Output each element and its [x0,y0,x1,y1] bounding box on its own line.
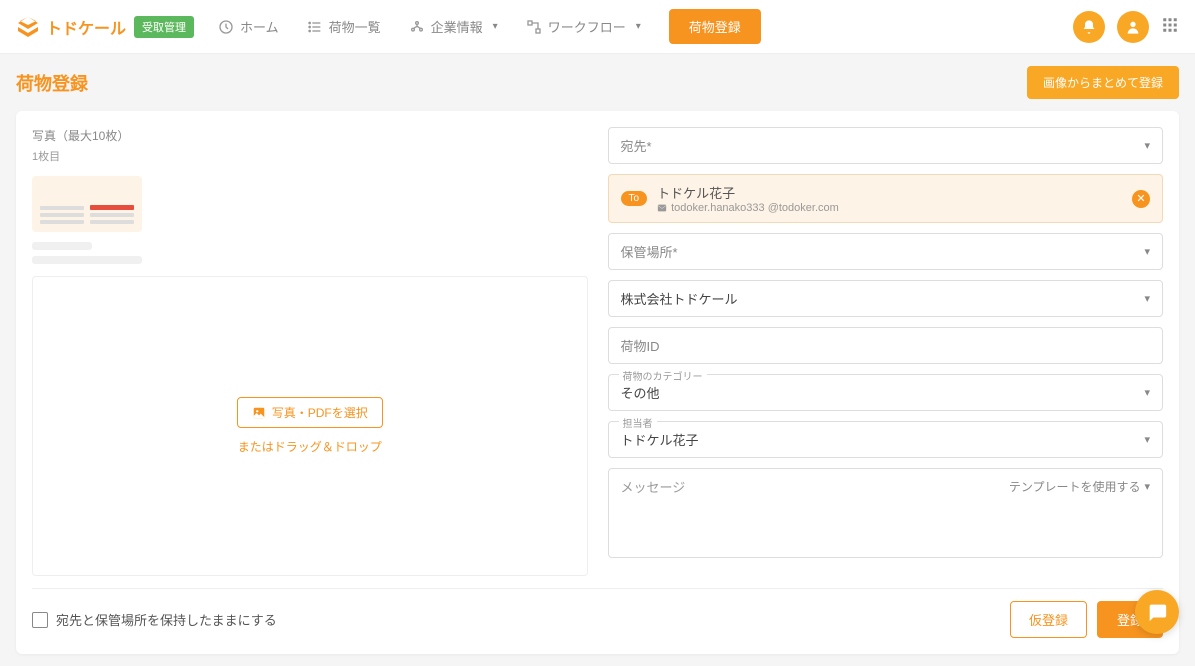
use-template-button[interactable]: テンプレートを使用する ▾ [1009,478,1150,495]
select-photo-label: 写真・PDFを選択 [272,404,368,421]
remove-recipient-button[interactable]: ✕ [1132,190,1150,208]
chevron-down-icon: ▾ [1144,480,1150,493]
company-field[interactable]: 株式会社トドケール ▾ [608,280,1164,317]
assignee-field[interactable]: 担当者 トドケル花子 ▾ [608,421,1164,458]
nav-packages-label: 荷物一覧 [329,17,381,36]
photo-thumbnail[interactable] [32,176,142,232]
category-field[interactable]: 荷物のカテゴリー その他 ▾ [608,374,1164,411]
nav-company-label: 企業情報 [431,17,483,36]
apps-button[interactable] [1161,16,1179,37]
mail-icon [657,203,667,213]
recipient-email: todoker.hanako333 @todoker.com [657,202,1122,214]
nav-home-label: ホーム [240,17,279,36]
header-actions [1073,11,1179,43]
page-header: 荷物登録 画像からまとめて登録 [16,66,1179,99]
keep-values-checkbox-row: 宛先と保管場所を保持したままにする [32,610,277,629]
form-column: 宛先* ▾ To トドケル花子 todoker.hanako333 @todok… [608,127,1164,576]
mode-badge: 受取管理 [134,16,194,38]
photo-count-label: 1枚目 [32,148,588,164]
category-value: その他 [621,383,660,402]
profile-button[interactable] [1117,11,1149,43]
nav-home[interactable]: ホーム [218,17,279,36]
storage-label: 保管場所* [621,242,678,261]
logo-icon [16,15,40,39]
chevron-down-icon: ▾ [1144,386,1150,399]
form-footer: 宛先と保管場所を保持したままにする 仮登録 登録 [32,588,1163,638]
photo-column: 写真（最大10枚） 1枚目 写真・PDFを選択 またはドラッグ＆ドロップ [32,127,588,576]
keep-values-checkbox[interactable] [32,612,48,628]
chat-icon [1146,601,1168,623]
image-icon [252,406,266,420]
logo-text: トドケール [46,15,126,39]
to-badge: To [621,191,648,206]
keep-values-label: 宛先と保管場所を保持したままにする [56,610,277,629]
page-body: 荷物登録 画像からまとめて登録 写真（最大10枚） 1枚目 写真・PDFを選択 [0,54,1195,666]
nav-company[interactable]: 企業情報 [409,17,498,36]
storage-field[interactable]: 保管場所* ▾ [608,233,1164,270]
nav-workflow[interactable]: ワークフロー [526,17,641,36]
page-title: 荷物登録 [16,70,88,96]
chevron-down-icon: ▾ [1144,139,1150,152]
dropzone-hint: またはドラッグ＆ドロップ [238,438,382,455]
recipient-label: 宛先* [621,136,652,155]
draft-button[interactable]: 仮登録 [1010,601,1087,638]
category-float-label: 荷物のカテゴリー [619,368,707,383]
photo-section-label: 写真（最大10枚） [32,127,588,144]
grid-icon [1161,16,1179,34]
chevron-down-icon: ▾ [1144,245,1150,258]
message-field[interactable]: メッセージ テンプレートを使用する ▾ [608,468,1164,558]
main-nav: ホーム 荷物一覧 企業情報 ワークフロー 荷物登録 [218,9,1073,44]
recipient-name: トドケル花子 [657,183,1122,202]
message-header: メッセージ テンプレートを使用する ▾ [621,477,1151,496]
form-card: 写真（最大10枚） 1枚目 写真・PDFを選択 またはドラッグ＆ドロップ [16,111,1179,654]
recipient-chip: To トドケル花子 todoker.hanako333 @todoker.com… [608,174,1164,223]
skeleton-line [32,242,92,250]
app-header: トドケール 受取管理 ホーム 荷物一覧 企業情報 ワークフロー 荷物登録 [0,0,1195,54]
home-icon [218,19,234,35]
assignee-float-label: 担当者 [619,415,657,430]
bell-icon [1081,19,1097,35]
bulk-register-button[interactable]: 画像からまとめて登録 [1027,66,1179,99]
package-id-field[interactable]: 荷物ID [608,327,1164,364]
skeleton-line [32,256,142,264]
chevron-down-icon: ▾ [1144,292,1150,305]
list-icon [307,19,323,35]
select-photo-button[interactable]: 写真・PDFを選択 [237,397,383,428]
message-placeholder: メッセージ [621,477,686,496]
logo[interactable]: トドケール [16,15,126,39]
package-id-label: 荷物ID [621,336,660,355]
org-icon [409,19,425,35]
photo-dropzone[interactable]: 写真・PDFを選択 またはドラッグ＆ドロップ [32,276,588,576]
chat-widget-button[interactable] [1135,590,1179,634]
nav-packages[interactable]: 荷物一覧 [307,17,381,36]
notifications-button[interactable] [1073,11,1105,43]
company-value: 株式会社トドケール [621,289,738,308]
user-icon [1125,19,1141,35]
form-content: 写真（最大10枚） 1枚目 写真・PDFを選択 またはドラッグ＆ドロップ [32,127,1163,576]
assignee-value: トドケル花子 [621,430,699,449]
nav-workflow-label: ワークフロー [548,17,626,36]
chevron-down-icon: ▾ [1144,433,1150,446]
recipient-field[interactable]: 宛先* ▾ [608,127,1164,164]
register-package-button[interactable]: 荷物登録 [669,9,761,44]
recipient-info: トドケル花子 todoker.hanako333 @todoker.com [657,183,1122,214]
workflow-icon [526,19,542,35]
